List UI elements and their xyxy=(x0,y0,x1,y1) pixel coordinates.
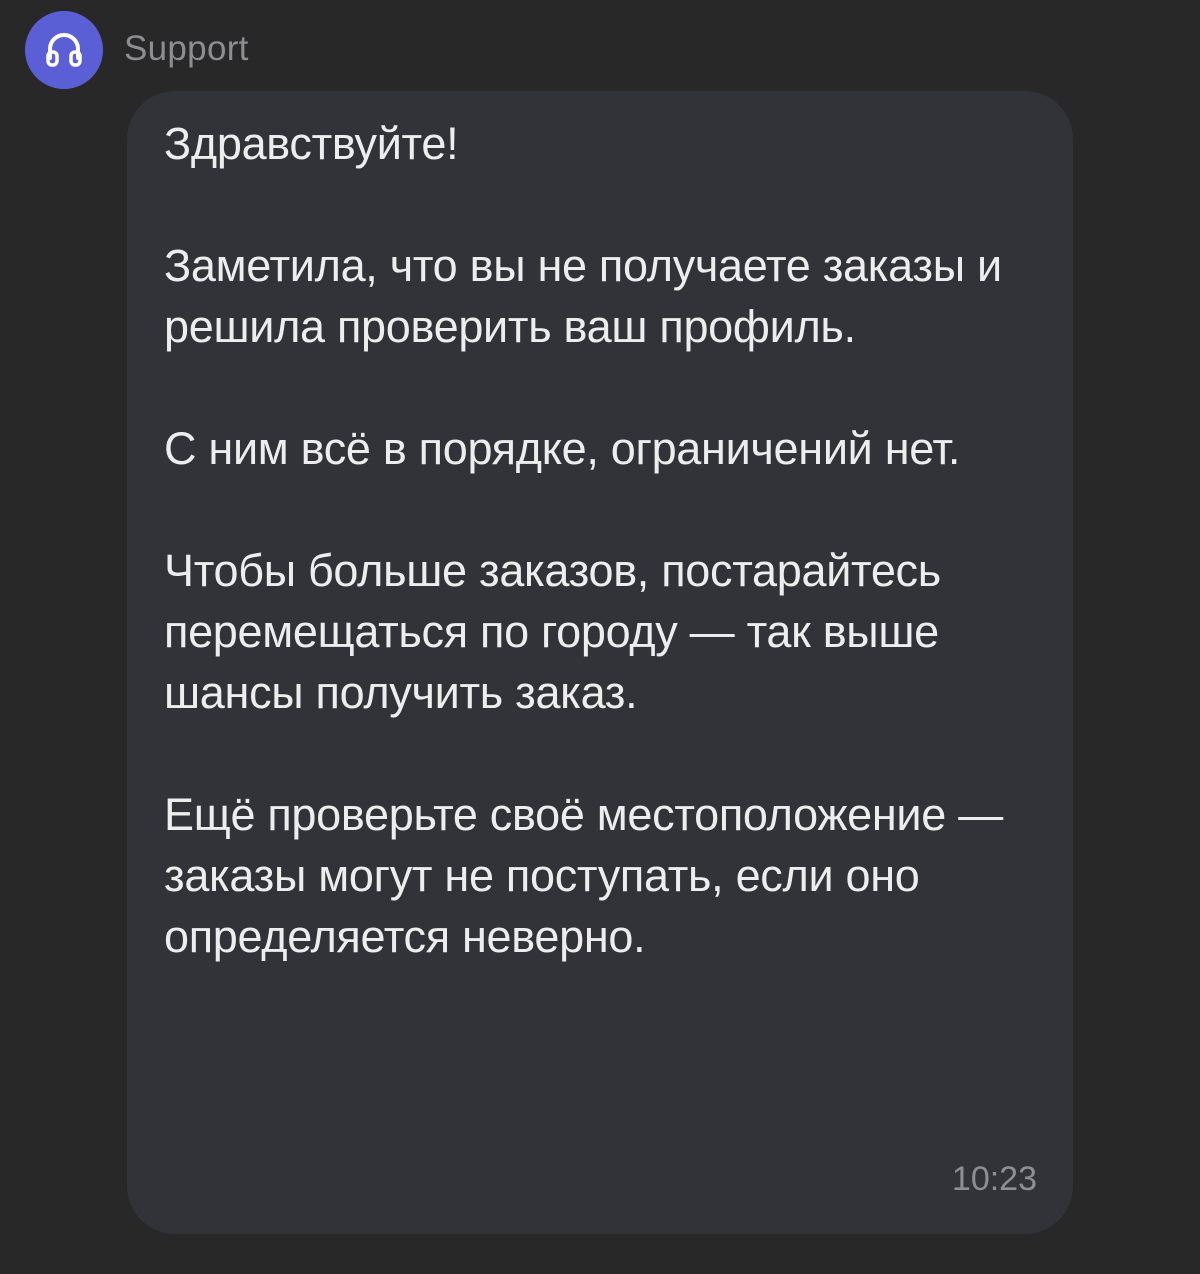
headset-icon xyxy=(46,33,82,67)
avatar[interactable] xyxy=(25,11,103,89)
message-text: Здравствуйте! Заметила, что вы не получа… xyxy=(164,118,1003,962)
sender-name: Support xyxy=(124,29,249,68)
message-bubble: Здравствуйте! Заметила, что вы не получа… xyxy=(127,91,1073,1234)
message-timestamp: 10:23 xyxy=(951,1160,1037,1198)
